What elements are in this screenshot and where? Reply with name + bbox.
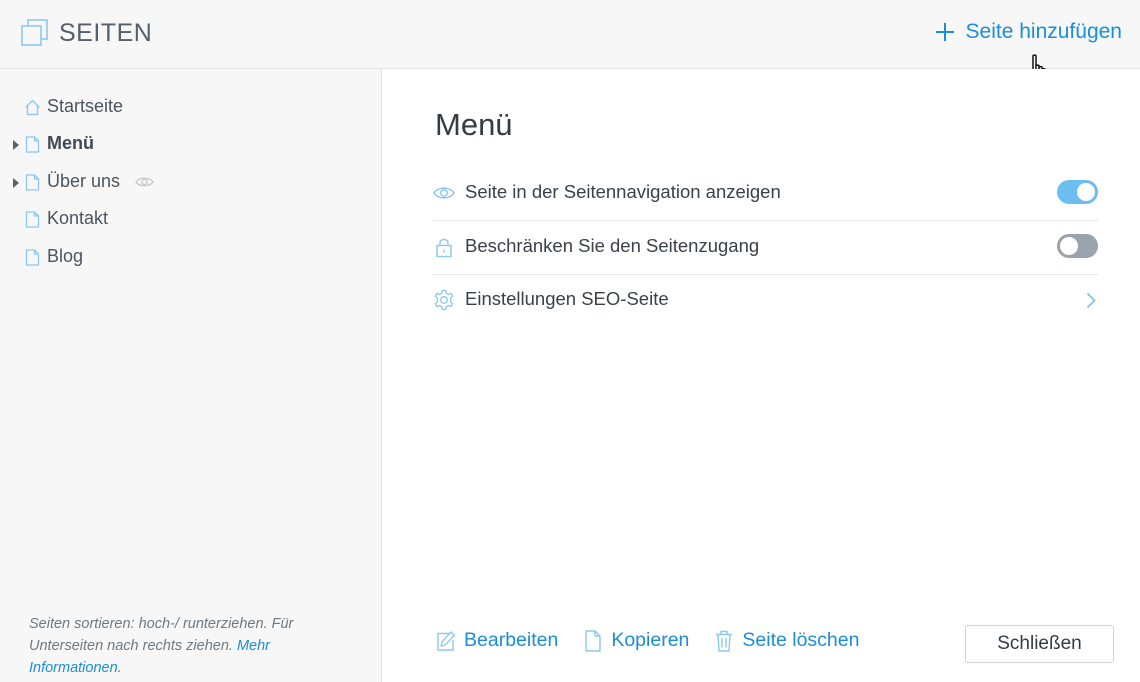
- copy-label: Kopieren: [611, 629, 690, 651]
- setting-row-seo[interactable]: Einstellungen SEO-Seite: [433, 274, 1098, 328]
- plus-icon: [935, 23, 954, 41]
- sidebar-item-label: Startseite: [47, 96, 124, 116]
- page-icon: [25, 211, 40, 228]
- lock-icon: [436, 238, 452, 258]
- sidebar-item-label: Kontakt: [47, 208, 109, 228]
- setting-label: Seite in der Seitennavigation anzeigen: [465, 181, 781, 202]
- sidebar-item-menu[interactable]: Menü: [0, 130, 381, 160]
- delete-page-button[interactable]: Seite löschen: [714, 629, 859, 652]
- copy-page-icon: [585, 629, 602, 652]
- copy-button[interactable]: Kopieren: [583, 629, 689, 652]
- sidebar-hint-suffix: .: [117, 660, 122, 676]
- page-icon: [25, 249, 40, 266]
- sidebar-item-kontakt[interactable]: Kontakt: [0, 205, 381, 235]
- setting-label: Einstellungen SEO-Seite: [465, 288, 669, 309]
- add-page-button[interactable]: Seite hinzufügen: [935, 20, 1122, 44]
- sidebar-item-label: Blog: [47, 246, 84, 266]
- setting-label: Beschränken Sie den Seitenzugang: [465, 235, 760, 256]
- edit-label: Bearbeiten: [464, 629, 559, 651]
- caret-right-icon[interactable]: [13, 178, 19, 188]
- page-title-header: SEITEN: [59, 19, 153, 47]
- page-icon: [25, 174, 40, 191]
- header-bar: SEITEN Seite hinzufügen: [0, 0, 1140, 89]
- pages-icon: [21, 19, 48, 46]
- hidden-eye-icon: [135, 177, 154, 187]
- sidebar-item-label: Menü: [47, 133, 94, 153]
- toggle-knob: [1060, 237, 1078, 255]
- restrict-access-toggle[interactable]: [1057, 234, 1098, 258]
- pencil-icon: [437, 630, 456, 651]
- home-icon: [25, 99, 40, 116]
- eye-icon: [433, 187, 455, 199]
- delete-label: Seite löschen: [742, 629, 860, 651]
- toggle-knob: [1077, 183, 1095, 201]
- sidebar-item-blog[interactable]: Blog: [0, 243, 381, 273]
- chevron-right-icon: [1086, 292, 1096, 309]
- page-icon: [25, 136, 40, 153]
- show-in-nav-toggle[interactable]: [1057, 180, 1098, 204]
- caret-right-icon[interactable]: [13, 140, 19, 150]
- page-title: Menü: [435, 107, 513, 142]
- trash-icon: [716, 630, 733, 652]
- sidebar-item-ueber-uns[interactable]: Über uns: [0, 168, 381, 198]
- close-button[interactable]: Schließen: [965, 625, 1114, 663]
- setting-row-restrict-access: Beschränken Sie den Seitenzugang: [433, 221, 1098, 275]
- add-page-label: Seite hinzufügen: [965, 20, 1122, 43]
- setting-row-show-in-nav: Seite in der Seitennavigation anzeigen: [433, 167, 1098, 221]
- gear-icon: [434, 289, 454, 311]
- sidebar-item-label: Über uns: [47, 171, 121, 191]
- sidebar-item-startseite[interactable]: Startseite: [0, 93, 381, 123]
- sidebar-hint: Seiten sortieren: hoch-/ runterziehen. F…: [29, 613, 339, 679]
- page-settings-panel: Menü Seite in der Seitennavigation anzei…: [383, 69, 1140, 682]
- pages-sidebar: Startseite Menü Über uns Kontakt Blog Se…: [0, 69, 382, 682]
- edit-button[interactable]: Bearbeiten: [436, 629, 558, 652]
- page-actions: Bearbeiten Kopieren Seite löschen: [436, 629, 884, 652]
